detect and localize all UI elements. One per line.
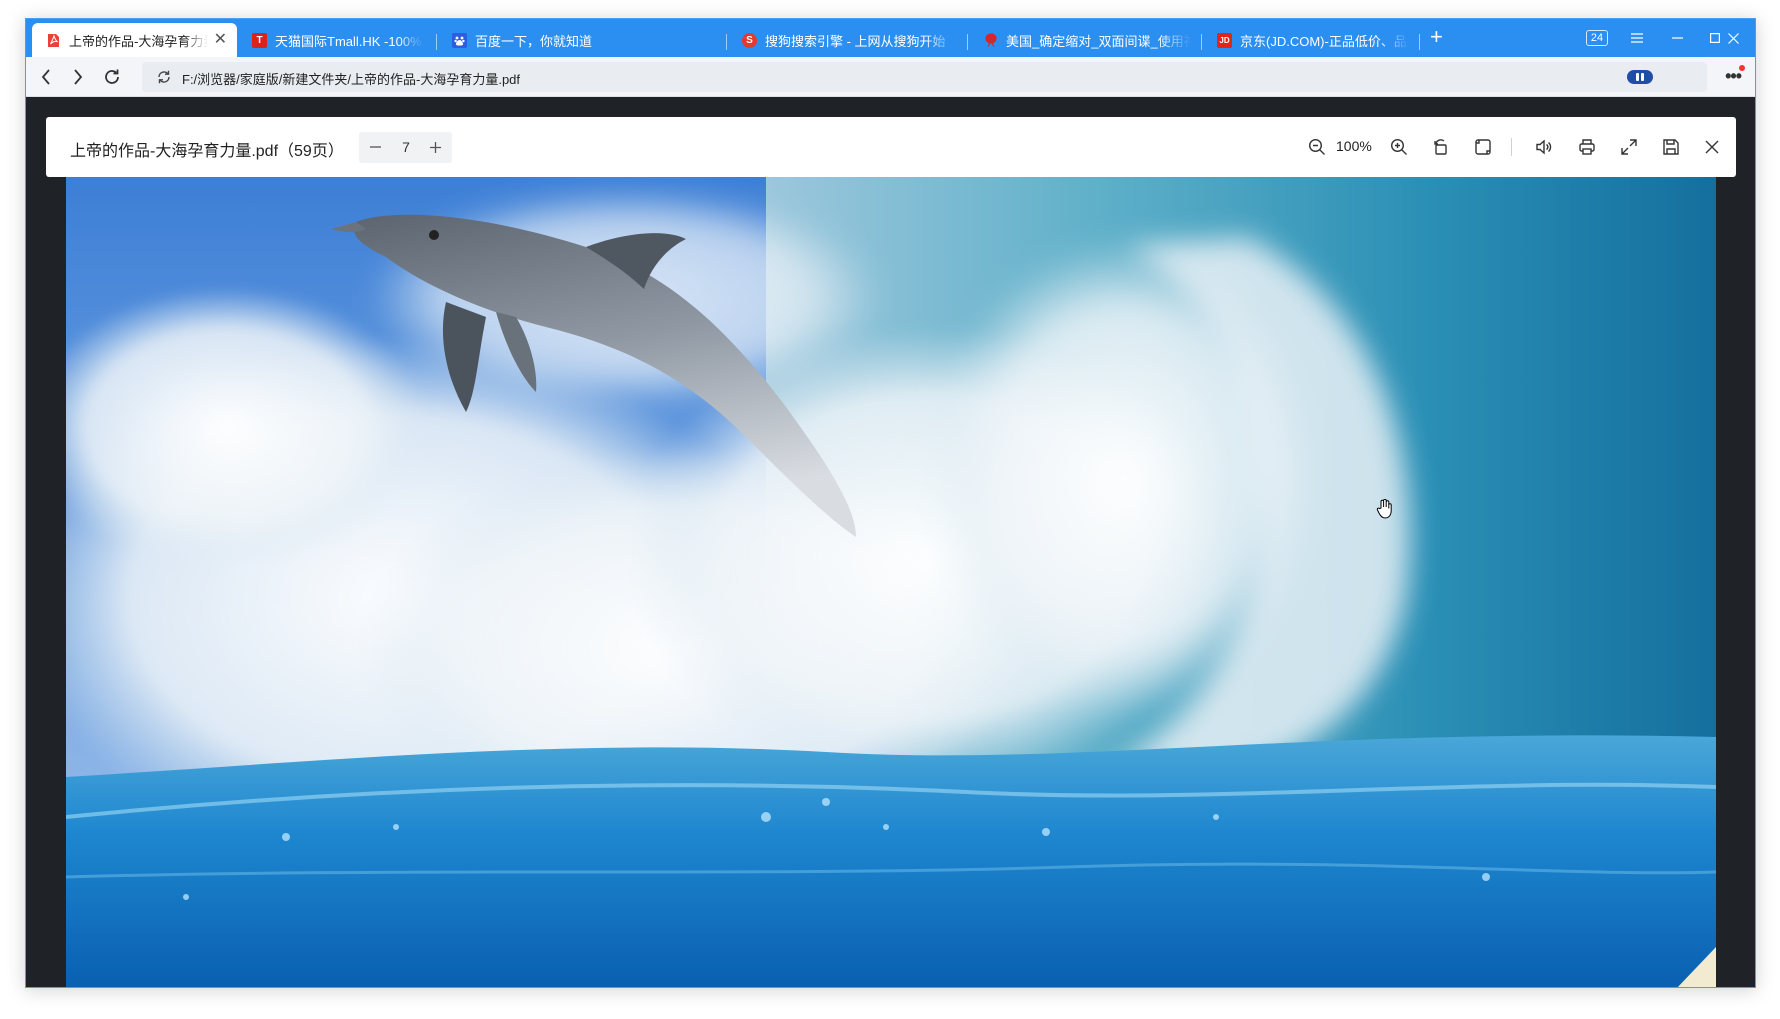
tab-title: 美国_确定缩对_双面间谍_使用神经 [1006,33,1191,49]
tab-close-icon[interactable]: ✕ [214,32,227,48]
url-bar[interactable]: F:/浏览器/家庭版/新建文件夹/上帝的作品-大海孕育力量.pdf [142,62,1707,92]
url-text: F:/浏览器/家庭版/新建文件夹/上帝的作品-大海孕育力量.pdf [182,72,521,87]
minimize-button[interactable] [1660,19,1694,57]
pdf-page-image [66,177,1716,987]
hand-cursor-icon [1376,499,1392,519]
forward-button[interactable] [66,65,90,89]
minus-icon [369,146,381,148]
read-aloud-button[interactable] [1533,136,1555,158]
refresh-button[interactable] [100,65,124,89]
tab-divider [967,34,968,50]
notification-dot [1739,65,1745,71]
zoom-in-icon [1390,138,1407,155]
tab-pdf[interactable]: 上帝的作品-大海孕育力量.pdf ✕ [32,23,237,57]
pdf-icon [46,33,61,48]
tab-count-button[interactable]: 24 [1582,19,1612,57]
browser-window: 上帝的作品-大海孕育力量.pdf ✕ T 天猫国际Tmall.HK -100%正… [25,18,1756,988]
fullscreen-button[interactable] [1618,136,1640,158]
page-stepper: 7 [359,132,452,163]
sogou-icon: S [742,32,757,48]
tab-count-badge: 24 [1585,30,1609,46]
print-button[interactable] [1576,136,1598,158]
menu-button[interactable] [1622,19,1652,57]
rotate-button[interactable] [1430,136,1452,158]
address-toolbar: F:/浏览器/家庭版/新建文件夹/上帝的作品-大海孕育力量.pdf ••• [26,57,1755,97]
toolbar-divider [1511,138,1512,156]
tab-jd[interactable]: JD 京东(JD.COM)-正品低价、品质保障 [1203,23,1419,57]
news-icon [983,33,998,48]
close-window-button[interactable] [1716,19,1750,57]
save-icon [1663,139,1679,155]
tab-title: 天猫国际Tmall.HK -100%正品保障 [275,33,424,49]
tab-title: 京东(JD.COM)-正品低价、品质保障 [1240,33,1409,49]
pdf-viewer: 上帝的作品-大海孕育力量.pdf（59页） 7 100% [26,97,1755,987]
refresh-icon [105,69,119,84]
tab-divider [436,34,437,50]
minimize-icon [1671,37,1683,39]
tmall-icon: T [252,32,267,48]
zoom-in-button[interactable] [1388,136,1410,158]
tab-title: 上帝的作品-大海孕育力量.pdf [69,33,208,49]
chevron-left-icon [41,69,50,85]
tab-bar: 上帝的作品-大海孕育力量.pdf ✕ T 天猫国际Tmall.HK -100%正… [26,19,1755,57]
page-number-input[interactable]: 7 [397,139,415,155]
tab-title: 百度一下，你就知道 [475,33,593,49]
dolphin-wave-picture [66,177,1716,987]
tab-tmall[interactable]: T 天猫国际Tmall.HK -100%正品保障 [238,23,434,57]
plus-icon [429,141,441,153]
tab-title: 搜狗搜索引擎 - 上网从搜狗开始 [765,33,946,49]
pdf-title: 上帝的作品-大海孕育力量.pdf（59页） [70,143,344,160]
previous-page-button[interactable] [365,136,385,158]
tab-news[interactable]: 美国_确定缩对_双面间谍_使用神经 [969,23,1201,57]
fit-page-icon [1475,139,1491,155]
hamburger-icon [1631,33,1643,43]
rotate-icon [1434,139,1447,155]
baidu-icon [452,32,467,48]
save-button[interactable] [1660,136,1682,158]
pdf-toolbar: 上帝的作品-大海孕育力量.pdf（59页） 7 100% [46,117,1736,177]
tab-sogou[interactable]: S 搜狗搜索引擎 - 上网从搜狗开始 [728,23,968,57]
zoom-level: 100% [1336,138,1372,154]
chevron-right-icon [74,69,83,85]
printer-icon [1579,139,1595,155]
close-icon [1705,140,1719,154]
tab-divider [726,34,727,50]
back-button[interactable] [34,65,58,89]
new-tab-button[interactable]: + [1430,26,1443,48]
reload-icon[interactable] [156,69,172,85]
fit-page-button[interactable] [1472,136,1494,158]
speaker-icon [1536,139,1552,155]
close-icon [1727,32,1739,44]
zoom-out-button[interactable] [1306,136,1328,158]
expand-icon [1621,139,1637,155]
tab-divider [1419,34,1420,50]
close-viewer-button[interactable] [1701,136,1723,158]
jd-icon: JD [1217,32,1232,48]
tab-divider [1201,34,1202,50]
next-page-button[interactable] [425,136,445,158]
zoom-out-icon [1308,138,1325,155]
tab-baidu[interactable]: 百度一下，你就知道 [438,23,638,57]
extension-icon[interactable] [1627,70,1653,84]
